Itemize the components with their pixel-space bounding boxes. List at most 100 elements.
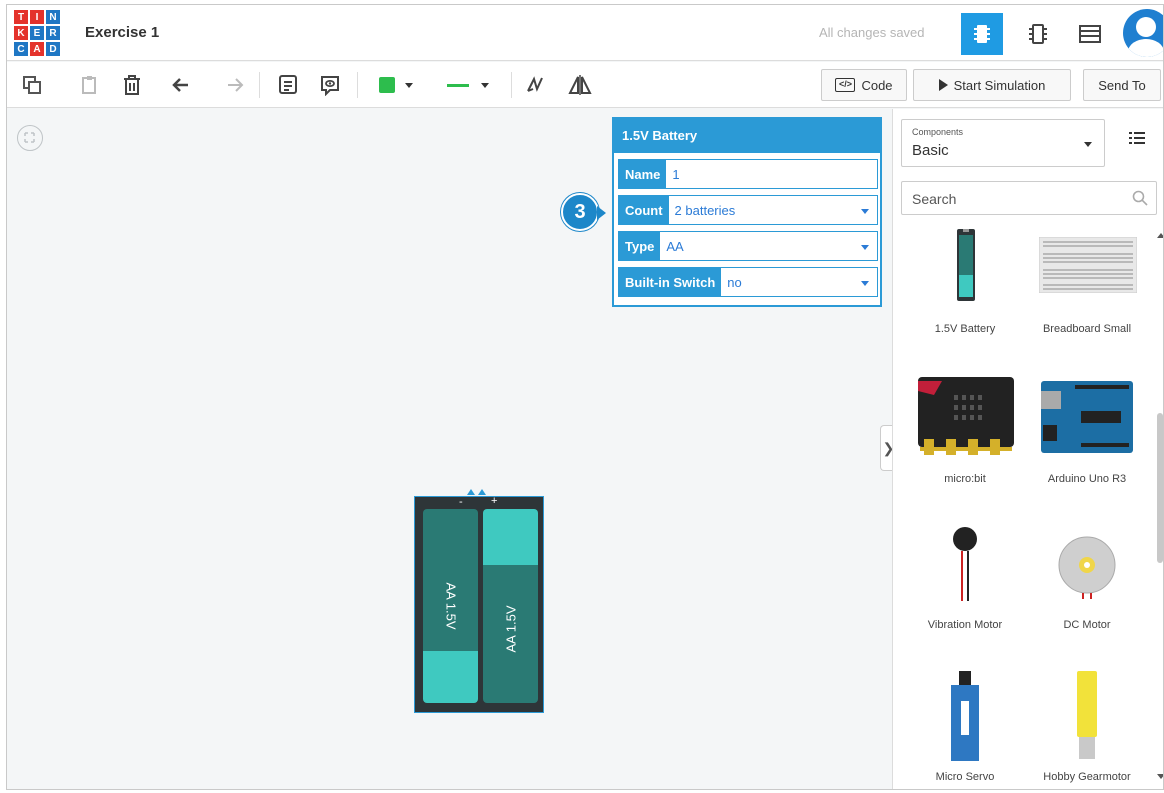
count-select-value-wrap[interactable]: 2 batteries (669, 196, 877, 224)
builtin-switch-value-wrap[interactable]: no (721, 268, 877, 296)
components-panel: Components Basic Search 1.5V Battery Bre… (892, 109, 1163, 789)
rotate-icon[interactable] (523, 70, 549, 100)
fit-view-icon (24, 132, 35, 143)
arduino-icon (1041, 381, 1133, 453)
copy-icon[interactable] (19, 70, 45, 100)
component-list-button[interactable] (1069, 13, 1111, 55)
list-view-icon (1129, 132, 1145, 144)
type-select-value-wrap[interactable]: AA (660, 232, 877, 260)
fit-view-button[interactable] (17, 125, 43, 151)
flip-icon[interactable] (565, 70, 595, 100)
micro-servo-icon (951, 671, 979, 761)
paste-icon[interactable] (77, 70, 103, 100)
logo-letter: K (14, 26, 28, 40)
component-hobby-gearmotor[interactable]: Hobby Gearmotor (1027, 671, 1147, 789)
code-icon: </> (835, 78, 856, 92)
count-select[interactable]: Count 2 batteries (618, 195, 878, 225)
delete-icon[interactable] (119, 70, 145, 100)
chevron-down-icon (861, 209, 869, 214)
vibration-motor-icon (953, 527, 977, 601)
breadboard-icon (1039, 237, 1137, 293)
code-label: Code (861, 77, 893, 93)
schematic-view-button[interactable] (1017, 13, 1059, 55)
logo-letter: D (46, 42, 60, 56)
undo-icon[interactable] (169, 70, 195, 100)
project-title[interactable]: Exercise 1 (85, 24, 159, 41)
component-name: Arduino Uno R3 (1047, 473, 1127, 485)
color-picker[interactable] (373, 70, 419, 100)
scroll-up-arrow[interactable] (1157, 233, 1163, 238)
start-simulation-button[interactable]: Start Simulation (913, 69, 1071, 101)
properties-inspector: 1.5V Battery Name 1 Count 2 batteries Ty… (612, 117, 882, 307)
component-list-icon (1079, 25, 1101, 43)
builtin-switch-label: Built-in Switch (619, 268, 722, 296)
user-avatar[interactable] (1123, 9, 1163, 57)
chevron-down-icon (861, 281, 869, 286)
battery-icon (957, 229, 975, 301)
logo-letter: N (46, 10, 60, 24)
logo-letter: A (30, 42, 44, 56)
tinkercad-window: TIN KER CAD Exercise 1 All changes saved <… (6, 4, 1164, 790)
components-select-caption: Components (912, 127, 964, 137)
start-simulation-label: Start Simulation (953, 77, 1046, 93)
builtin-switch-value: no (727, 275, 742, 290)
component-name: Breadboard Small (1042, 323, 1132, 335)
count-select-value: 2 batteries (674, 203, 736, 218)
tinkercad-logo[interactable]: TIN KER CAD (13, 9, 61, 57)
battery-cell-2: AA 1.5V (483, 509, 538, 703)
component-breadboard-small[interactable]: Breadboard Small (1027, 227, 1147, 347)
count-select-label: Count (619, 196, 669, 224)
component-arduino-uno-r3[interactable]: Arduino Uno R3 (1027, 377, 1147, 497)
notes-icon[interactable] (275, 70, 301, 100)
wire-type-picker[interactable] (435, 70, 501, 100)
gearmotor-icon (1077, 671, 1097, 759)
component-micro-servo[interactable]: Micro Servo (905, 671, 1025, 789)
component-dc-motor[interactable]: DC Motor (1027, 521, 1147, 641)
view-notes-icon[interactable] (317, 70, 343, 100)
logo-letter: T (14, 10, 28, 24)
search-placeholder: Search (912, 191, 957, 207)
logo-letter: E (30, 26, 44, 40)
components-category-select[interactable]: Components Basic (901, 119, 1105, 167)
builtin-switch-select[interactable]: Built-in Switch no (618, 267, 878, 297)
type-select[interactable]: Type AA (618, 231, 878, 261)
logo-letter: I (30, 10, 44, 24)
battery-cell-label: AA 1.5V (443, 582, 458, 630)
battery-anchor-marks (467, 489, 489, 497)
component-name: micro:bit (944, 473, 986, 485)
battery-component[interactable]: - + AA 1.5V AA 1.5V (414, 489, 544, 713)
logo-letter: R (46, 26, 60, 40)
panel-scrollbar[interactable] (1157, 413, 1163, 563)
component-name: 1.5V Battery (934, 323, 996, 335)
inspector-title: 1.5V Battery (614, 119, 880, 153)
battery-cell-label: AA 1.5V (503, 605, 518, 653)
name-field-label: Name (619, 160, 667, 188)
type-select-value: AA (666, 239, 684, 254)
component-vibration-motor[interactable]: Vibration Motor (905, 521, 1025, 641)
battery-cell-1: AA 1.5V (423, 509, 478, 703)
component-microbit[interactable]: micro:bit (905, 377, 1025, 497)
component-search-input[interactable]: Search (901, 181, 1157, 215)
step-callout-badge: 3 (561, 193, 606, 231)
component-name: Hobby Gearmotor (1043, 771, 1131, 783)
type-select-label: Type (619, 232, 661, 260)
save-status: All changes saved (819, 25, 925, 40)
logo-letter: C (14, 42, 28, 56)
code-button[interactable]: </> Code (821, 69, 907, 101)
scroll-down-arrow[interactable] (1157, 774, 1163, 779)
terminal-minus[interactable]: - (459, 496, 463, 508)
top-bar: TIN KER CAD Exercise 1 All changes saved (7, 5, 1163, 61)
play-icon (938, 79, 948, 91)
redo-icon[interactable] (221, 70, 247, 100)
component-1-5v-battery[interactable]: 1.5V Battery (905, 227, 1025, 347)
circuit-view-icon (974, 25, 990, 43)
terminal-plus[interactable]: + (491, 495, 497, 507)
list-view-toggle[interactable] (1129, 131, 1145, 150)
component-name: DC Motor (1063, 619, 1111, 631)
name-field-value[interactable]: 1 (666, 160, 877, 188)
send-to-button[interactable]: Send To (1083, 69, 1161, 101)
toolbar: </> Code Start Simulation Send To (7, 62, 1163, 108)
name-field[interactable]: Name 1 (618, 159, 878, 189)
circuit-view-button[interactable] (961, 13, 1003, 55)
chevron-down-icon (861, 245, 869, 250)
